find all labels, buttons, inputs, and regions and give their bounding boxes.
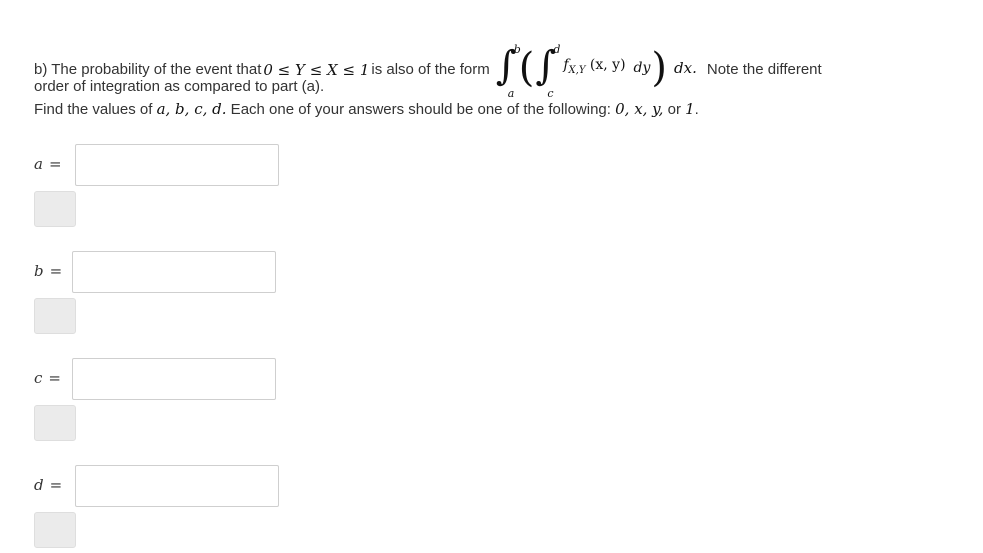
- double-integral-expression: ∫ b a ( ∫ d c fX,Y (x, y) dy ) dx.: [496, 38, 701, 100]
- right-paren: ): [651, 45, 668, 91]
- question-form-text: is also of the form: [371, 61, 490, 78]
- label-a: a =: [34, 155, 62, 173]
- label-c: c =: [34, 369, 61, 387]
- instruction-mid: Each one of your answers should be one o…: [226, 101, 616, 118]
- answer-b-input[interactable]: [72, 251, 276, 293]
- instruction-last-option: 1: [685, 100, 695, 118]
- left-paren: (: [518, 45, 535, 91]
- outer-integral: ∫ b a: [496, 42, 521, 100]
- check-b-button[interactable]: [34, 298, 76, 334]
- inner-upper-limit: d: [553, 43, 561, 56]
- answer-a-input[interactable]: [75, 144, 279, 186]
- label-d: d =: [34, 476, 62, 494]
- answer-c-input[interactable]: [72, 358, 276, 400]
- check-d-button[interactable]: [34, 512, 76, 548]
- integrand-subscript: X,Y: [568, 64, 586, 76]
- label-d-var: d: [34, 476, 44, 494]
- label-b: b =: [34, 262, 62, 280]
- question-note: Note the different: [706, 61, 822, 78]
- instruction-variables: a, b, c, d.: [156, 100, 227, 118]
- integrand-args: (x, y): [589, 57, 626, 74]
- label-b-eq: =: [49, 262, 63, 280]
- check-c-button[interactable]: [34, 405, 76, 441]
- label-c-eq: =: [48, 369, 61, 387]
- instruction-options: 0, x, y,: [615, 100, 664, 118]
- inner-differential: dy: [633, 60, 651, 76]
- answer-d-input[interactable]: [75, 465, 279, 507]
- instruction-or: or: [663, 101, 686, 118]
- label-c-var: c: [34, 369, 43, 387]
- question-line-3: Find the values of a, b, c, d. Each one …: [34, 99, 699, 120]
- question-line-2: order of integration as compared to part…: [34, 78, 325, 95]
- outer-differential: dx.: [674, 59, 697, 77]
- inner-integral: ∫ d c: [535, 42, 561, 100]
- label-d-eq: =: [49, 476, 63, 494]
- instruction-end: .: [694, 101, 699, 118]
- label-b-var: b: [34, 262, 44, 280]
- integrand: fX,Y (x, y): [563, 55, 625, 81]
- label-a-eq: =: [48, 155, 62, 173]
- check-a-button[interactable]: [34, 191, 76, 227]
- instruction-prefix: Find the values of: [34, 101, 157, 118]
- label-a-var: a: [34, 155, 43, 173]
- outer-upper-limit: b: [513, 43, 521, 56]
